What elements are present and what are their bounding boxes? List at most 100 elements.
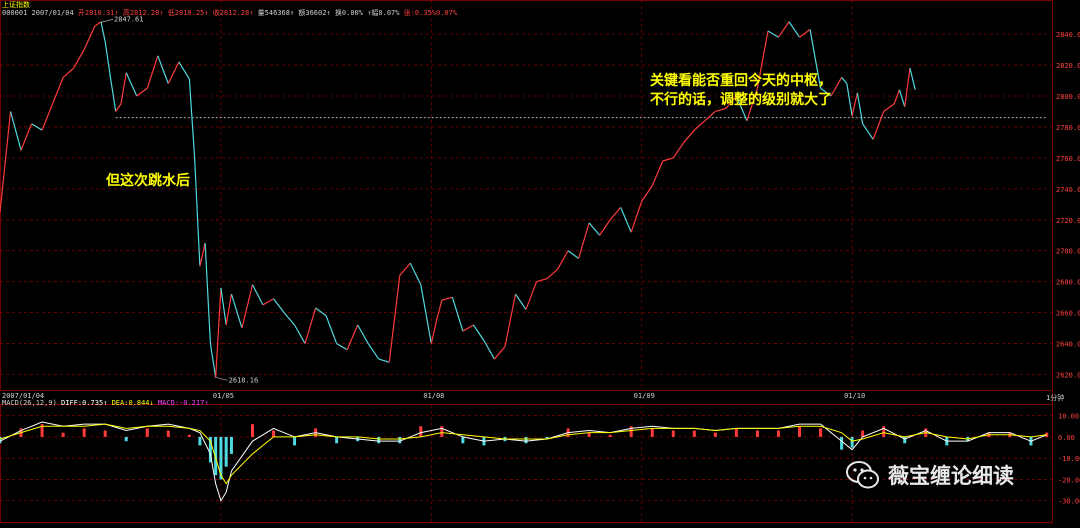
price-segment-down — [620, 207, 632, 233]
quote-close: 收2812.28↑ — [212, 9, 254, 17]
price-tick-label: 2800.00 — [1056, 93, 1080, 101]
price-segment-down — [125, 72, 138, 97]
price-tick-label: 2660.00 — [1056, 310, 1080, 318]
price-segment-up — [662, 157, 674, 162]
price-segment-down — [420, 284, 432, 344]
price-segment-down — [898, 89, 906, 108]
price-segment-down — [220, 287, 227, 326]
price-segment-down — [31, 123, 43, 131]
price-segment-up — [799, 28, 811, 38]
price-segment-down — [109, 77, 117, 112]
price-segment-up — [241, 284, 254, 329]
price-segment-up — [225, 293, 233, 326]
macd-dea: DEA:0.844↓ — [111, 399, 154, 407]
price-segment-down — [909, 68, 916, 90]
price-segment-up — [672, 142, 685, 159]
price-segment-up — [651, 160, 664, 186]
price-segment-up — [683, 129, 695, 143]
wechat-icon — [846, 461, 879, 489]
price-segment-up — [83, 26, 96, 50]
index-code: 000001 — [2, 9, 28, 17]
price-segment-up — [441, 296, 453, 301]
macd-tick-label: -20.00 — [1058, 476, 1080, 484]
price-tick-label: 2620.00 — [1056, 372, 1080, 380]
price-segment-up — [304, 307, 317, 344]
price-segment-up — [115, 103, 122, 112]
price-segment-down — [336, 343, 348, 351]
macd-tick-label: 10.00 — [1058, 413, 1079, 421]
low_mark-pointer — [215, 377, 228, 381]
price-segment-down — [273, 298, 285, 313]
macd-tick-label: 0.00 — [1058, 434, 1075, 442]
price-segment-down — [194, 157, 201, 267]
price-segment-down — [588, 222, 601, 236]
price-segment-up — [599, 219, 611, 236]
price-segment-up — [435, 300, 443, 321]
price-tick-label: 2840.00 — [1056, 31, 1080, 39]
price-tick-label: 2700.00 — [1056, 248, 1080, 256]
price-segment-up — [830, 77, 843, 97]
price-segment-down — [204, 242, 211, 344]
price-segment-up — [120, 72, 127, 104]
timeframe-tag: 1分钟 — [1046, 394, 1065, 402]
low_mark-label: 2618.16 — [229, 376, 259, 384]
price-segment-up — [94, 21, 102, 27]
macd-header: MACD(26,12,9) DIFF:0.735↑ DEA:0.844↓ MAC… — [2, 399, 209, 407]
watermark: 薇宝缠论细读 — [846, 460, 1014, 490]
price-segment-down — [100, 21, 106, 42]
price-tick-label: 2760.00 — [1056, 155, 1080, 163]
price-segment-down — [472, 324, 485, 341]
macd-tick-label: -10.00 — [1058, 455, 1080, 463]
macd-label: MACD(26,12,9) — [2, 399, 57, 407]
header-row-2: 000001 2007/01/04 开2810.31↑ 高2812.28↑ 低2… — [2, 8, 457, 18]
price-segment-down — [104, 41, 112, 78]
quote-open: 开2810.31↑ — [77, 9, 119, 17]
price-segment-up — [399, 262, 411, 276]
price-tick-label: 2780.00 — [1056, 124, 1080, 132]
price-segment-down — [251, 284, 264, 306]
price-segment-up — [52, 77, 64, 104]
price-frame — [0, 0, 1053, 391]
price-segment-down — [846, 83, 853, 117]
price-tick-label: 2740.00 — [1056, 186, 1080, 194]
price-tick-label: 2720.00 — [1056, 217, 1080, 225]
price-segment-up — [872, 111, 885, 140]
annotation-right-line2: 不行的话，调整的级别就大了 — [650, 92, 832, 108]
price-segment-up — [557, 250, 569, 270]
price-segment-down — [315, 307, 327, 317]
watermark-text: 薇宝缠论细读 — [888, 464, 1014, 488]
price-segment-up — [630, 201, 643, 233]
price-segment-up — [136, 87, 148, 97]
price-segment-up — [704, 111, 716, 122]
price-segment-down — [862, 123, 874, 140]
price-segment-up — [883, 103, 895, 112]
price-segment-down — [188, 78, 196, 158]
date-tick-label: 01/05 — [213, 392, 234, 400]
price-segment-up — [146, 55, 159, 89]
price-segment-up — [262, 298, 274, 306]
price-segment-up — [199, 242, 206, 267]
chart-stage: 2620.00 2640.00 2660.00 2680.00 2700.00 2720.… — [0, 0, 1080, 524]
price-segment-down — [9, 111, 22, 151]
price-segment-down — [451, 296, 464, 332]
price-segment-up — [893, 89, 901, 104]
price-segment-up — [777, 21, 790, 38]
quote-low: 低2810.25↑ — [167, 9, 209, 17]
quote-amplitude: ↑幅0.07% — [367, 9, 400, 17]
price-segment-down — [378, 358, 390, 363]
price-segment-up — [578, 222, 590, 259]
price-segment-up — [536, 278, 548, 283]
price-segment-down — [230, 293, 243, 329]
annotation-right-line1: 关键看能否重回今天的中枢， — [650, 73, 832, 89]
price-segment-up — [904, 68, 911, 107]
price-segment-down — [294, 324, 306, 344]
annotation-left: 但这次跳水后 — [106, 173, 190, 189]
price-segment-up — [462, 324, 474, 332]
price-segment-up — [693, 120, 706, 131]
quote-amount: 额36602↑ — [298, 9, 331, 17]
price-segment-up — [493, 346, 506, 360]
high_mark-pointer — [100, 19, 114, 23]
price-segment-up — [41, 103, 54, 131]
price-segment-down — [367, 343, 380, 360]
price-segment-up — [525, 281, 538, 310]
